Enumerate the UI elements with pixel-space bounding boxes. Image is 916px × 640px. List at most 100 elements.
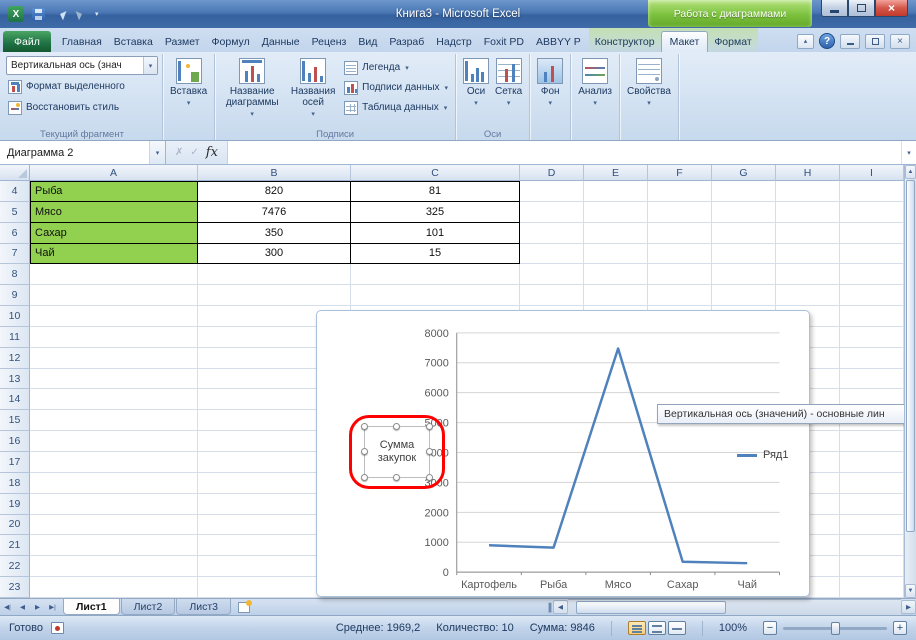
row-header-9[interactable]: 9 (0, 285, 30, 306)
chart-object[interactable]: 010002000300040005000600070008000Картофе… (316, 310, 810, 597)
properties-button[interactable]: Свойства ▾ (624, 56, 674, 109)
row-header-8[interactable]: 8 (0, 264, 30, 285)
row-header-19[interactable]: 19 (0, 494, 30, 515)
tab-Главная[interactable]: Главная (56, 31, 108, 52)
cell-A21[interactable] (30, 535, 198, 556)
chart-elements-combo[interactable]: Вертикальная ось (знач ▾ (6, 56, 158, 75)
tab-Вставка[interactable]: Вставка (108, 31, 159, 52)
zoom-slider-thumb[interactable] (831, 622, 840, 635)
cell-G6[interactable] (712, 223, 776, 244)
cell-I16[interactable] (840, 431, 904, 452)
insert-button[interactable]: Вставка ▾ (167, 56, 210, 109)
qat-customize-icon[interactable]: ▾ (95, 10, 99, 18)
cell-C5[interactable]: 325 (351, 202, 520, 223)
axis-titles-button[interactable]: Названия осей ▾ (285, 56, 341, 120)
scroll-left-icon[interactable]: ◀ (553, 600, 568, 614)
cell-G7[interactable] (712, 244, 776, 265)
help-icon[interactable]: ? (819, 33, 835, 49)
cell-I18[interactable] (840, 473, 904, 494)
tab-Данные[interactable]: Данные (256, 31, 306, 52)
cell-F5[interactable] (648, 202, 712, 223)
cell-G9[interactable] (712, 285, 776, 306)
cell-I23[interactable] (840, 577, 904, 598)
gridlines-button[interactable]: Сетка ▾ (492, 56, 525, 109)
tab-Foxit PD[interactable]: Foxit PD (478, 31, 530, 52)
cell-H6[interactable] (776, 223, 840, 244)
zoom-out-icon[interactable]: − (763, 621, 777, 635)
cell-A16[interactable] (30, 431, 198, 452)
cell-C7[interactable]: 15 (351, 244, 520, 265)
cell-I17[interactable] (840, 452, 904, 473)
cell-H9[interactable] (776, 285, 840, 306)
column-header-G[interactable]: G (712, 165, 776, 181)
cell-E5[interactable] (584, 202, 648, 223)
sheet-tab-Лист1[interactable]: Лист1 (63, 599, 120, 615)
cell-A4[interactable]: Рыба (30, 181, 198, 202)
row-header-23[interactable]: 23 (0, 577, 30, 598)
data-table-button[interactable]: Таблица данных ▾ (341, 98, 451, 117)
first-sheet-icon[interactable]: ◀| (0, 599, 15, 615)
scroll-right-icon[interactable]: ▶ (901, 600, 916, 614)
tab-file[interactable]: Файл (3, 31, 51, 52)
save-icon[interactable] (29, 5, 47, 23)
cell-I20[interactable] (840, 515, 904, 536)
cell-A10[interactable] (30, 306, 198, 327)
cell-I12[interactable] (840, 348, 904, 369)
column-header-I[interactable]: I (840, 165, 904, 181)
axis-title-box[interactable]: Сумма закупок (364, 426, 430, 478)
selection-handle[interactable] (426, 474, 433, 481)
chart-legend[interactable]: Ряд1 (737, 449, 788, 461)
cell-B7[interactable]: 300 (198, 244, 351, 265)
vertical-scroll-thumb[interactable] (906, 180, 915, 532)
prev-sheet-icon[interactable]: ◀ (15, 599, 30, 615)
column-header-B[interactable]: B (198, 165, 351, 181)
cell-F6[interactable] (648, 223, 712, 244)
column-header-A[interactable]: A (30, 165, 198, 181)
workbook-minimize-button[interactable] (840, 34, 860, 49)
cell-I22[interactable] (840, 556, 904, 577)
cell-C9[interactable] (351, 285, 520, 306)
row-header-11[interactable]: 11 (0, 327, 30, 348)
tab-Размет[interactable]: Размет (159, 31, 206, 52)
cell-H7[interactable] (776, 244, 840, 265)
zoom-level[interactable]: 100% (719, 622, 747, 634)
tab-Реценз[interactable]: Реценз (306, 31, 353, 52)
legend-button[interactable]: Легенда ▾ (341, 58, 451, 77)
sheet-tab-Лист2[interactable]: Лист2 (121, 599, 176, 615)
cell-H8[interactable] (776, 264, 840, 285)
cell-A17[interactable] (30, 452, 198, 473)
cell-I7[interactable] (840, 244, 904, 265)
cell-C6[interactable]: 101 (351, 223, 520, 244)
row-header-22[interactable]: 22 (0, 556, 30, 577)
insert-function-icon[interactable]: fx (206, 145, 218, 160)
cell-C4[interactable]: 81 (351, 181, 520, 202)
row-header-12[interactable]: 12 (0, 348, 30, 369)
chart-title-button[interactable]: Название диаграммы ▾ (219, 56, 285, 120)
column-header-D[interactable]: D (520, 165, 584, 181)
cell-I19[interactable] (840, 494, 904, 515)
scroll-up-icon[interactable]: ▲ (905, 165, 916, 179)
formula-input[interactable] (228, 141, 901, 164)
selection-handle[interactable] (361, 423, 368, 430)
cell-I5[interactable] (840, 202, 904, 223)
cell-A20[interactable] (30, 515, 198, 536)
cell-A6[interactable]: Сахар (30, 223, 198, 244)
sheet-tab-Лист3[interactable]: Лист3 (176, 599, 231, 615)
format-selection-button[interactable]: Формат выделенного (6, 77, 158, 96)
cell-I9[interactable] (840, 285, 904, 306)
cell-F9[interactable] (648, 285, 712, 306)
macro-record-icon[interactable] (51, 622, 64, 634)
row-header-6[interactable]: 6 (0, 223, 30, 244)
tab-Надстр[interactable]: Надстр (430, 31, 477, 52)
selection-handle[interactable] (393, 474, 400, 481)
cell-A9[interactable] (30, 285, 198, 306)
row-header-4[interactable]: 4 (0, 181, 30, 202)
name-box[interactable]: Диаграмма 2 (0, 141, 150, 164)
selection-handle[interactable] (393, 423, 400, 430)
cell-B9[interactable] (198, 285, 351, 306)
cell-F8[interactable] (648, 264, 712, 285)
axes-button[interactable]: Оси ▾ (460, 56, 492, 109)
cell-E6[interactable] (584, 223, 648, 244)
excel-app-icon[interactable]: X (7, 5, 25, 23)
column-header-F[interactable]: F (648, 165, 712, 181)
